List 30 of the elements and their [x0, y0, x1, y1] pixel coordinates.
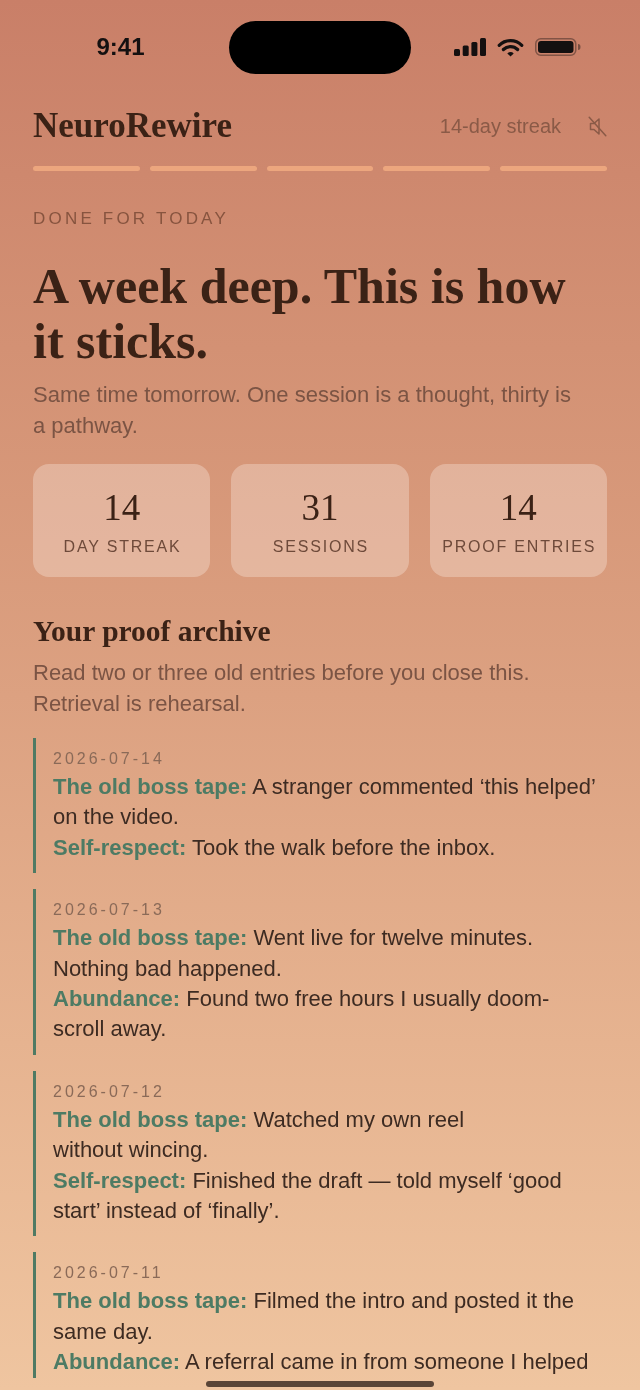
stat-value: 14: [499, 486, 537, 530]
entry-text: The old boss tape: Watched my own reel without wincing.: [53, 1105, 466, 1165]
archive-subtitle: Read two or three old entries before you close this. Retrieval is rehearsal.: [33, 659, 531, 718]
stat-label: DAY STREAK: [62, 537, 182, 557]
battery-icon: [535, 38, 581, 56]
wifi-icon: [497, 37, 524, 57]
entry-text: Abundance: A referral came in from someone I helped: [53, 1348, 590, 1377]
stat-value: 31: [301, 486, 339, 530]
entry-date: 2026-07-12: [53, 1081, 165, 1102]
signal-icon: [454, 38, 486, 56]
speaker-muted-icon[interactable]: [588, 115, 607, 137]
entry-text: Self-respect: Finished the draft — told myself ‘good start’ instead of ‘finally’.: [53, 1166, 563, 1226]
status-time: 9:41: [96, 32, 145, 62]
entry-date: 2026-07-14: [53, 749, 165, 769]
status-eyebrow: DONE FOR TODAY: [33, 209, 229, 229]
headline: A week deep. This is how it sticks.: [33, 259, 567, 369]
stat-label: SESSIONS: [271, 537, 369, 557]
entry-date: 2026-07-13: [53, 900, 165, 921]
entry-text: Self-respect: Took the walk before the inbox.: [53, 833, 497, 862]
app-title: NeuroRewire: [33, 106, 232, 146]
subtitle-text: Same time tomorrow. One session is a thought, thirty is a pathway.: [33, 381, 572, 440]
entry-text: Abundance: Found two free hours I usually doom-scroll away.: [53, 985, 551, 1044]
entry-text: The old boss tape: A stranger commented ‘this helped’ on the video.: [53, 773, 597, 832]
stat-value: 14: [103, 486, 141, 530]
stat-label: PROOF ENTRIES: [441, 537, 597, 557]
archive-title: Your proof archive: [33, 614, 271, 648]
entry-text: The old boss tape: Filmed the intro and posted it the same day.: [53, 1287, 575, 1346]
entry-text: The old boss tape: Went live for twelve minutes. Nothing bad happened.: [53, 924, 535, 983]
streak-label: 14-day streak: [439, 114, 561, 138]
entry-date: 2026-07-11: [53, 1263, 164, 1284]
